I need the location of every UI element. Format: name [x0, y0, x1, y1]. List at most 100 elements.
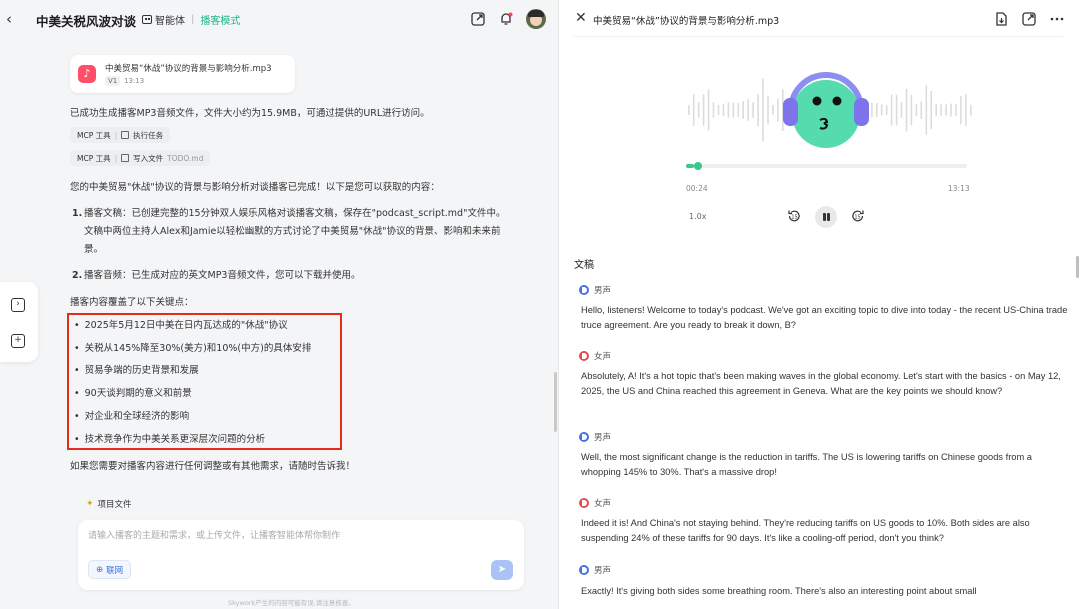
waveform-bar	[772, 104, 774, 116]
done-message: 您的中美贸易"休战"协议的背景与影响分析对谈播客已完成！以下是您可以获取的内容：	[70, 182, 440, 193]
list-number: 2.	[72, 270, 83, 281]
avatar[interactable]	[526, 9, 546, 29]
more-icon[interactable]	[1049, 11, 1065, 27]
waveform-bar	[742, 101, 744, 119]
close-icon[interactable]: ✕	[575, 10, 587, 26]
male-voice-icon	[579, 565, 589, 575]
waveform-bar	[727, 102, 730, 118]
header-divider	[573, 36, 1063, 37]
progress-bar[interactable]	[686, 162, 967, 170]
side-rail: › +	[0, 282, 38, 362]
key-point: 对企业和全球经济的影响	[74, 408, 190, 422]
chat-header: ‹ 中美关税风波对谈 智能体 | 播客模式	[0, 0, 558, 40]
forward-15-icon[interactable]: 15	[850, 208, 866, 224]
speaker-name: 男声	[594, 286, 612, 296]
pause-button[interactable]	[815, 206, 837, 228]
tool-action: 写入文件	[133, 153, 164, 163]
speaker-name: 男声	[594, 566, 612, 576]
folder-icon: ✦	[86, 499, 94, 509]
waveform-bar	[925, 85, 928, 135]
closing-message: 如果您需要对播客内容进行任何调整或有其他需求，请随时告诉我！	[70, 461, 356, 472]
waveform-bar	[960, 95, 962, 125]
back-button[interactable]: ‹	[6, 10, 20, 28]
total-time: 13:13	[948, 184, 970, 193]
female-voice-icon	[579, 498, 589, 508]
bell-icon[interactable]	[498, 11, 514, 27]
page-title: 中美关税风波对谈	[36, 14, 137, 29]
tool-action: 执行任务	[133, 130, 164, 140]
waveform-bar	[880, 104, 883, 116]
rewind-label: 15	[791, 214, 797, 220]
composer: ⊕ 联网 ➤	[78, 520, 524, 590]
mode-separator: |	[191, 14, 195, 25]
transcript-line: Absolutely, A! It's a hot topic that's b…	[581, 371, 1061, 396]
current-time: 00:24	[686, 184, 708, 193]
expand-panel-icon[interactable]: ›	[11, 298, 25, 312]
speaker-label: 男声	[579, 284, 611, 296]
podcast-mascot-icon	[783, 72, 869, 148]
waveform-bar	[876, 102, 878, 118]
list-text: 文稿中两位主持人Alex和Jamie以轻松幽默的方式讨论了中美贸易"休战"协议的…	[84, 226, 501, 237]
version-badge: V1	[105, 76, 121, 86]
waveform-bar	[920, 101, 923, 119]
list-text: 播客文稿：已创建完整的15分钟双人娱乐风格对谈播客文稿，保存在"podcast_…	[84, 208, 506, 219]
speed-button[interactable]: 1.0x	[689, 212, 706, 221]
transcript-line: Well, the most significant change is the…	[581, 452, 1032, 477]
player-pane: ✕ 中美贸易“休战”协议的背景与影响分析.mp3 00:24 13:13 1.0…	[558, 0, 1080, 609]
new-chat-icon[interactable]: +	[11, 334, 25, 348]
mode-label: 播客模式	[200, 16, 241, 27]
waveform-bar	[930, 90, 932, 130]
share-icon[interactable]	[470, 11, 486, 27]
tool-call-write[interactable]: MCP 工具 | 写入文件 TODO.md	[70, 150, 211, 166]
list-item: 1. 播客文稿：已创建完整的15分钟双人娱乐风格对谈播客文稿，保存在"podcas…	[72, 205, 505, 259]
file-name: 中美贸易“休战”协议的背景与影响分析.mp3	[105, 64, 272, 74]
disclaimer: Skywork产生的内容可能有误,请注意核查。	[228, 599, 355, 607]
waveform-bar	[950, 103, 952, 117]
web-search-toggle[interactable]: ⊕ 联网	[88, 560, 132, 579]
tool-file: TODO.md	[167, 153, 204, 163]
prompt-input[interactable]	[88, 528, 488, 544]
transcript-line: Exactly! It's giving both sides some bre…	[581, 586, 977, 596]
tool-tag: MCP 工具	[77, 130, 111, 140]
file-icon	[121, 154, 130, 162]
waveform-bar	[915, 103, 918, 117]
transcript-line: Hello, listeners! Welcome to today's pod…	[581, 305, 1068, 330]
key-point: 90天谈判期的意义和前景	[74, 385, 192, 399]
audio-file-card[interactable]: ♪ 中美贸易“休战”协议的背景与影响分析.mp3 V1 13:13	[70, 55, 295, 93]
list-text: 景。	[84, 244, 104, 255]
waveform-bar	[747, 99, 749, 121]
speaker-name: 女声	[594, 499, 612, 509]
speaker-label: 男声	[579, 564, 611, 576]
music-note-icon: ♪	[78, 65, 96, 83]
rewind-15-icon[interactable]: 15	[786, 208, 802, 224]
waveform-bar	[732, 102, 735, 118]
agent-tag[interactable]: 智能体 | 播客模式	[142, 12, 240, 27]
download-icon[interactable]	[993, 11, 1009, 27]
covers-message: 播客内容覆盖了以下关键点：	[70, 297, 194, 308]
share-icon[interactable]	[1021, 11, 1037, 27]
chip-separator: |	[114, 153, 118, 163]
file-time: 13:13	[124, 77, 145, 85]
tool-call-execute[interactable]: MCP 工具 | 执行任务	[70, 127, 171, 143]
project-file-button[interactable]: ✦ 项目文件	[78, 494, 140, 514]
waveform-bar	[955, 104, 957, 116]
speaker-label: 女声	[579, 350, 611, 362]
waveform-bar	[945, 104, 947, 116]
progress-handle[interactable]	[694, 162, 703, 170]
waveform-bar	[895, 94, 898, 126]
speaker-name: 女声	[594, 352, 612, 362]
agent-name: 智能体	[155, 16, 185, 27]
scrollbar[interactable]	[554, 372, 557, 432]
chip-separator: |	[114, 130, 118, 140]
waveform-bar	[717, 104, 720, 116]
web-search-label: 联网	[106, 565, 124, 576]
list-item: 2. 播客音频：已生成对应的英文MP3音频文件，您可以下载并使用。	[72, 267, 360, 285]
scrollbar[interactable]	[1076, 256, 1079, 278]
waveform-bar	[737, 102, 740, 118]
key-point: 技术竞争作为中美关系更深层次问题的分析	[74, 431, 266, 445]
waveform-bar	[871, 102, 873, 118]
progress-fill	[686, 164, 695, 168]
waveform-bar	[767, 95, 769, 125]
waveform-bar	[940, 104, 942, 116]
send-button[interactable]: ➤	[491, 560, 513, 580]
